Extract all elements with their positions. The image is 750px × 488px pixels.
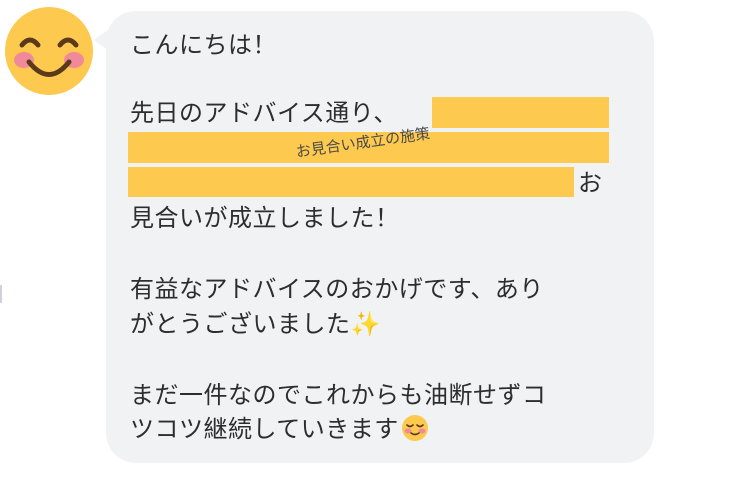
message-line-4: 見合いが成立しました！ (130, 204, 400, 232)
sparkles-icon: ✨ (350, 310, 381, 338)
greeting-text: こんにちは！ (130, 31, 277, 59)
relieved-face-icon (401, 414, 429, 442)
message-line-7: まだ一件なのでこれからも油断せずコ (130, 381, 547, 409)
message-line-3-tail: お (578, 169, 603, 197)
message-line-8-text: ツコツ継続していきます (130, 415, 399, 443)
edge-marker (0, 285, 2, 303)
message-line-8: ツコツ継続していきます (130, 414, 429, 444)
redacted-highlight-1 (432, 97, 609, 128)
message-line-1: 先日のアドバイス通り、 (130, 99, 398, 127)
redacted-highlight-3 (128, 167, 574, 197)
message-line-5: 有益なアドバイスのおかげです、あり (130, 275, 544, 303)
message-line-6-text: がとうございました (130, 310, 351, 338)
message-line-6: がとうございました✨ (130, 309, 381, 339)
smiling-face-with-blush-icon (5, 7, 93, 95)
